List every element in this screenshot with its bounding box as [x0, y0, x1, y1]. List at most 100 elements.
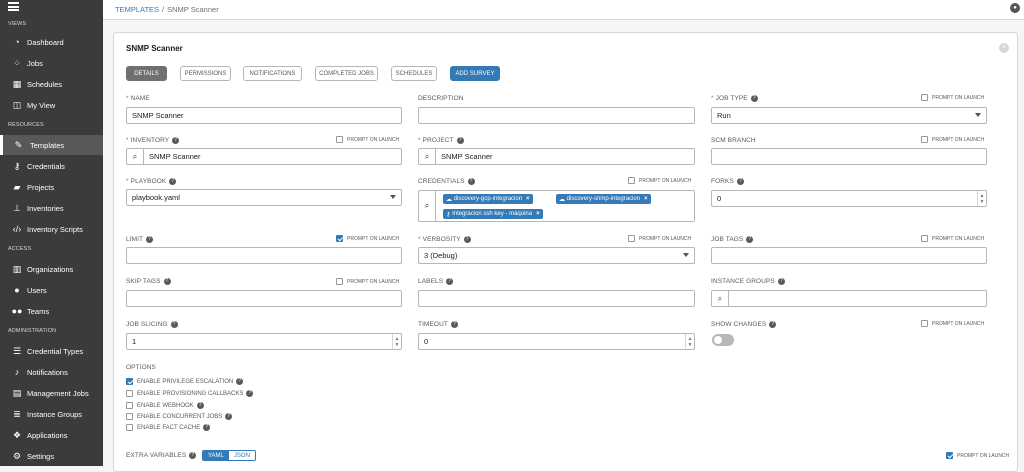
sidebar-item-inventory-scripts[interactable]: ‹/› Inventory Scripts — [0, 219, 103, 239]
verbosity-select[interactable]: 3 (Debug) — [418, 247, 695, 264]
page-title: SNMP Scanner — [126, 44, 183, 53]
search-icon[interactable]: ⌕ — [419, 191, 436, 221]
project-label: * PROJECT? — [418, 137, 464, 144]
sidebar-item-templates[interactable]: ✎ Templates — [0, 135, 103, 155]
limit-label: LIMIT? — [126, 236, 154, 243]
enable-privilege-escalation-checkbox[interactable]: ENABLE PRIVILEGE ESCALATION? — [126, 378, 244, 385]
scm-branch-prompt-checkbox[interactable]: PROMPT ON LAUNCH — [921, 136, 984, 143]
menu-icon[interactable] — [8, 2, 19, 11]
sidebar-item-inventories[interactable]: ⊥ Inventories — [0, 198, 103, 218]
tab-permissions[interactable]: PERMISSIONS — [180, 66, 231, 81]
tab-completed-jobs[interactable]: COMPLETED JOBS — [315, 66, 378, 81]
cubes-icon: ❖ — [12, 429, 22, 440]
sidebar-item-teams[interactable]: ●● Teams — [0, 301, 103, 321]
sidebar-item-jobs[interactable]: ⁘ Jobs — [0, 53, 103, 73]
verbosity-prompt-checkbox[interactable]: PROMPT ON LAUNCH — [628, 235, 691, 242]
credentials-label: CREDENTIALS? — [418, 178, 475, 185]
remove-icon[interactable]: × — [536, 211, 540, 217]
stepper-icon[interactable]: ▲ ▼ — [392, 334, 401, 349]
skip-tags-prompt-checkbox[interactable]: PROMPT ON LAUNCH — [336, 278, 399, 285]
enable-provisioning-callbacks-checkbox[interactable]: ENABLE PROVISIONING CALLBACKS? — [126, 390, 254, 397]
timeout-field[interactable]: 0 ▲ ▼ — [418, 333, 695, 350]
playbook-select[interactable]: playbook.yaml — [126, 189, 402, 206]
help-icon: ? — [246, 390, 254, 397]
search-icon[interactable]: ⌕ — [419, 149, 436, 164]
scm-branch-field[interactable] — [711, 148, 987, 165]
sidebar-item-users[interactable]: ● Users — [0, 280, 103, 300]
skip-tags-label: SKIP TAGS? — [126, 278, 171, 285]
calendar-icon: ▦ — [12, 78, 22, 89]
sidebar-item-credentials[interactable]: ⚷ Credentials — [0, 156, 103, 176]
forks-field[interactable]: 0 ▲ ▼ — [711, 190, 987, 207]
help-icon: ? — [169, 178, 177, 185]
job-tags-field[interactable] — [711, 247, 987, 264]
remove-icon[interactable]: × — [644, 196, 648, 202]
job-slicing-label: JOB SLICING? — [126, 321, 178, 328]
sidebar-item-settings[interactable]: ⚙ Settings — [0, 446, 103, 466]
breadcrumb-templates-link[interactable]: TEMPLATES — [115, 5, 159, 14]
key-icon: ⚷ — [13, 160, 21, 171]
user-avatar-icon[interactable]: ● — [1010, 3, 1020, 13]
sidebar-item-organizations[interactable]: ▥ Organizations — [0, 259, 103, 279]
description-field[interactable] — [418, 107, 695, 124]
inventory-prompt-checkbox[interactable]: PROMPT ON LAUNCH — [336, 136, 399, 143]
search-icon[interactable]: ⌕ — [712, 291, 729, 306]
project-lookup[interactable]: ⌕ SNMP Scanner — [418, 148, 695, 165]
job-slicing-field[interactable]: 1 ▲ ▼ — [126, 333, 402, 350]
credentials-lookup[interactable]: ⌕ ☁ discovery-gcp-integracion × ☁ discove… — [418, 190, 695, 222]
yaml-button[interactable]: YAML — [203, 451, 229, 460]
job-type-prompt-checkbox[interactable]: PROMPT ON LAUNCH — [921, 94, 984, 101]
sidebar-item-applications[interactable]: ❖ Applications — [0, 425, 103, 445]
enable-concurrent-jobs-checkbox[interactable]: ENABLE CONCURRENT JOBS? — [126, 413, 233, 420]
inventory-lookup[interactable]: ⌕ SNMP Scanner — [126, 148, 402, 165]
sidebar-item-my-view[interactable]: ◫ My View — [0, 95, 103, 115]
add-survey-button[interactable]: ADD SURVEY — [450, 66, 500, 81]
credentials-prompt-checkbox[interactable]: PROMPT ON LAUNCH — [628, 177, 691, 184]
extra-variables-prompt-checkbox[interactable]: PROMPT ON LAUNCH — [946, 452, 1009, 459]
json-button[interactable]: JSON — [228, 451, 255, 460]
checkbox-icon — [126, 424, 133, 431]
limit-field[interactable] — [126, 247, 402, 264]
breadcrumb: TEMPLATES / SNMP Scanner — [115, 5, 219, 14]
yaml-json-toggle[interactable]: YAML JSON — [202, 450, 256, 461]
stepper-icon[interactable]: ▲ ▼ — [685, 334, 694, 349]
gear-icon: ⚙ — [12, 450, 22, 461]
enable-fact-cache-checkbox[interactable]: ENABLE FACT CACHE? — [126, 424, 211, 431]
instance-groups-lookup[interactable]: ⌕ — [711, 290, 987, 307]
show-changes-prompt-checkbox[interactable]: PROMPT ON LAUNCH — [921, 320, 984, 327]
labels-field[interactable] — [418, 290, 695, 307]
job-tags-prompt-checkbox[interactable]: PROMPT ON LAUNCH — [921, 235, 984, 242]
help-icon: ? — [225, 413, 233, 420]
tab-notifications[interactable]: NOTIFICATIONS — [243, 66, 302, 81]
job-type-select[interactable]: Run — [711, 107, 987, 124]
sidebar-item-schedules[interactable]: ▦ Schedules — [0, 74, 103, 94]
sitemap-icon: ⊥ — [13, 202, 21, 213]
columns-icon: ◫ — [12, 99, 22, 110]
sidebar-item-credential-types[interactable]: ☰ Credential Types — [0, 341, 103, 361]
enable-webhook-checkbox[interactable]: ENABLE WEBHOOK? — [126, 402, 204, 409]
options-label: OPTIONS — [126, 364, 156, 371]
help-icon: ? — [736, 178, 744, 185]
search-icon[interactable]: ⌕ — [127, 149, 144, 164]
extra-variables-label: EXTRA VARIABLES? — [126, 452, 197, 459]
name-field[interactable]: SNMP Scanner — [126, 107, 402, 124]
sidebar-item-instance-groups[interactable]: ≣ Instance Groups — [0, 404, 103, 424]
help-icon: ? — [146, 236, 154, 243]
close-icon[interactable]: × — [999, 43, 1009, 53]
show-changes-toggle[interactable] — [712, 334, 734, 346]
spinner-icon: ⁘ — [13, 57, 21, 68]
tab-schedules[interactable]: SCHEDULES — [391, 66, 437, 81]
remove-icon[interactable]: × — [526, 196, 530, 202]
sidebar-item-management-jobs[interactable]: ▤ Management Jobs — [0, 383, 103, 403]
sidebar-item-notifications[interactable]: ♪ Notifications — [0, 362, 103, 382]
credential-tag: ☁ discovery-snmp-integracion × — [556, 194, 651, 204]
skip-tags-field[interactable] — [126, 290, 402, 307]
job-type-label: * JOB TYPE? — [711, 95, 758, 102]
limit-prompt-checkbox[interactable]: PROMPT ON LAUNCH — [336, 235, 399, 242]
stepper-icon[interactable]: ▲ ▼ — [977, 191, 986, 206]
sidebar-item-dashboard[interactable]: ◔ Dashboard — [0, 32, 103, 52]
forks-label: FORKS? — [711, 178, 744, 185]
tab-details[interactable]: DETAILS — [126, 66, 167, 81]
sidebar-item-projects[interactable]: ▰ Projects — [0, 177, 103, 197]
credential-tag: ⚷ Integracion ssh key - máquina × — [443, 209, 543, 219]
